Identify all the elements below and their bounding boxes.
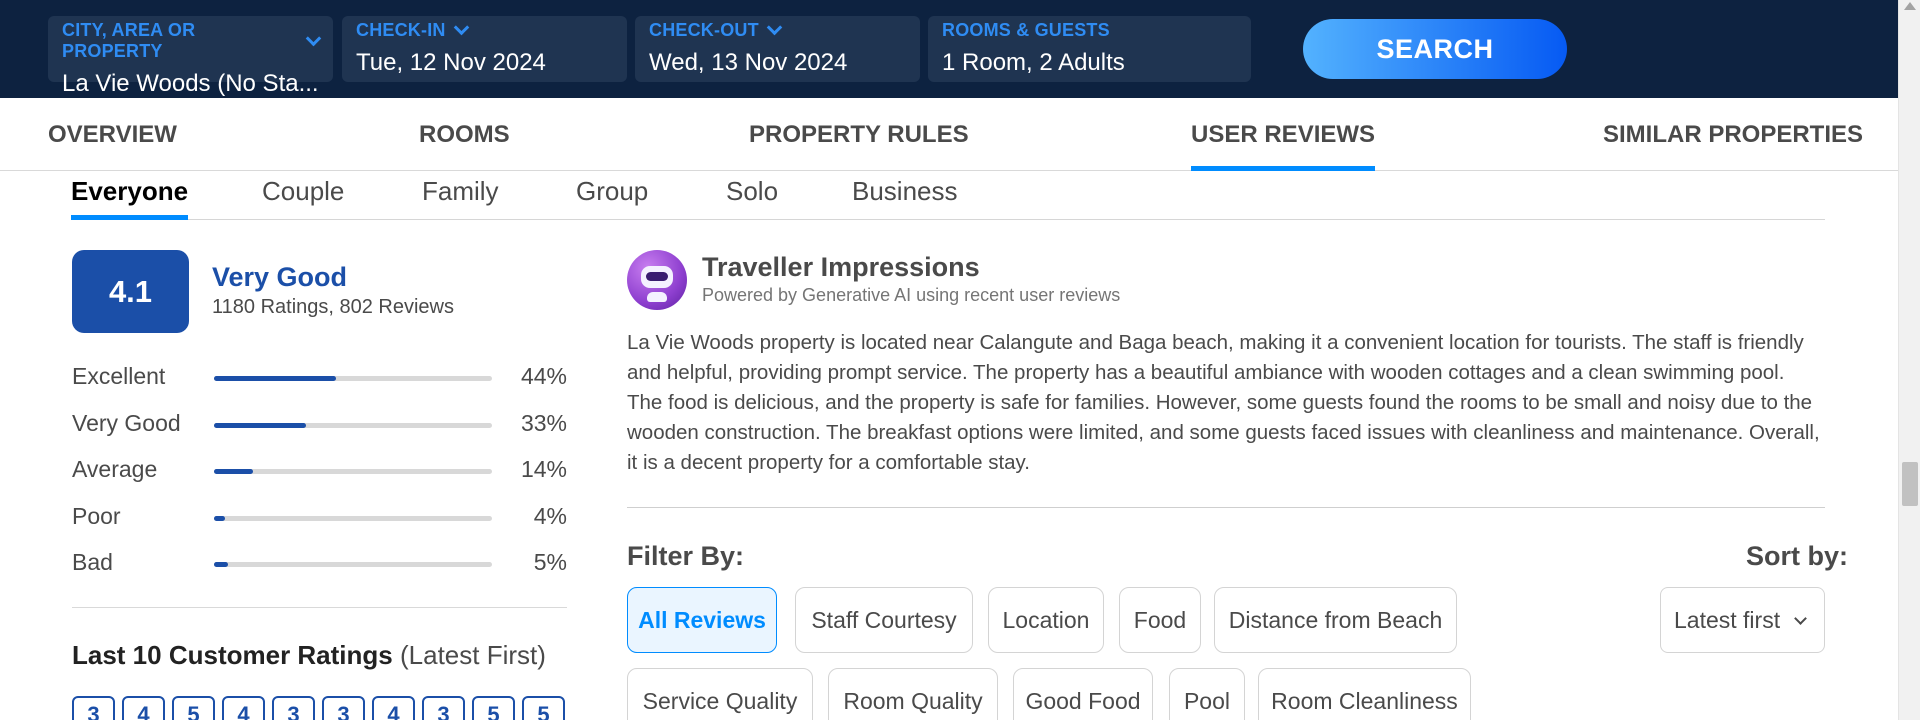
rating-row-label: Very Good	[72, 410, 181, 436]
nav-similar-properties[interactable]: SIMILAR PROPERTIES	[1603, 98, 1863, 171]
traveller-impressions-text: La Vie Woods property is located near Ca…	[627, 331, 1820, 474]
page-scrollbar[interactable]	[1898, 0, 1920, 720]
guests-value: 1 Room, 2 Adults	[942, 49, 1125, 76]
filter-chip-service-quality[interactable]: Service Quality	[627, 668, 813, 720]
filter-chip-good-food[interactable]: Good Food	[1013, 668, 1153, 720]
rating-bar-track	[214, 562, 492, 567]
nav-rooms[interactable]: ROOMS	[419, 98, 510, 171]
traveller-impressions-title: Traveller Impressions	[702, 252, 980, 282]
checkin-field[interactable]: CHECK-IN Tue, 12 Nov 2024	[342, 16, 627, 82]
tab-everyone[interactable]: Everyone	[71, 176, 189, 220]
traveller-impressions-subtitle: Powered by Generative AI using recent us…	[702, 285, 1121, 305]
checkout-value: Wed, 13 Nov 2024	[649, 49, 848, 76]
recent-rating-chip: 3	[272, 696, 315, 720]
recent-rating-chip: 3	[422, 696, 465, 720]
tab-family[interactable]: Family	[422, 176, 499, 220]
recent-rating-chip: 5	[522, 696, 565, 720]
rating-row-label: Excellent	[72, 363, 166, 389]
nav-overview[interactable]: OVERVIEW	[48, 98, 177, 171]
chevron-down-icon	[766, 19, 783, 36]
rating-row-label: Bad	[72, 549, 113, 575]
recent-rating-chip: 4	[122, 696, 165, 720]
rating-row-poor: Poor 4%	[72, 503, 567, 533]
rating-bar-fill	[214, 469, 253, 474]
rating-row-percent: 33%	[520, 410, 567, 436]
divider	[72, 607, 567, 608]
checkin-value: Tue, 12 Nov 2024	[356, 49, 546, 76]
last-10-ratings-title: Last 10 Customer Ratings (Latest First)	[72, 640, 546, 671]
traveller-type-tabs: Everyone Couple Family Group Solo Busine…	[71, 172, 1825, 220]
rating-row-label: Average	[72, 456, 158, 482]
rating-bar-track	[214, 469, 492, 474]
city-field[interactable]: CITY, AREA OR PROPERTY La Vie Woods (No …	[48, 16, 333, 97]
tab-business[interactable]: Business	[852, 176, 958, 220]
sort-by-label: Sort by:	[1745, 541, 1848, 571]
filter-chip-location[interactable]: Location	[988, 587, 1104, 653]
sort-select[interactable]: Latest first	[1660, 587, 1825, 653]
chevron-down-icon	[305, 30, 322, 46]
search-bar: CITY, AREA OR PROPERTY La Vie Woods (No …	[0, 0, 1898, 98]
checkout-field[interactable]: CHECK-OUT Wed, 13 Nov 2024	[635, 16, 920, 82]
rating-row-percent: 14%	[520, 456, 567, 482]
filter-by-label: Filter By:	[627, 541, 745, 571]
checkin-label: CHECK-IN	[356, 20, 446, 40]
tab-group[interactable]: Group	[576, 176, 648, 220]
recent-rating-chip: 5	[472, 696, 515, 720]
rating-bar-fill	[214, 516, 226, 521]
filter-chip-distance-from-beach[interactable]: Distance from Beach	[1214, 587, 1457, 653]
rating-bar-track	[214, 516, 492, 521]
rating-row-bad: Bad 5%	[72, 549, 567, 579]
sort-select-value: Latest first	[1674, 606, 1781, 633]
rating-bar-fill	[214, 562, 228, 567]
filter-chip-room-quality[interactable]: Room Quality	[828, 668, 998, 720]
recent-rating-chip: 4	[222, 696, 265, 720]
chevron-down-icon	[1794, 611, 1807, 625]
nav-user-reviews[interactable]: USER REVIEWS	[1191, 98, 1376, 171]
tab-couple[interactable]: Couple	[262, 176, 344, 220]
rating-row-percent: 5%	[533, 549, 567, 575]
search-button[interactable]: SEARCH	[1303, 19, 1567, 79]
last-10-title-suffix: (Latest First)	[399, 640, 546, 670]
rating-bar-track	[214, 423, 492, 428]
rating-row-label: Poor	[72, 503, 121, 529]
city-label: CITY, AREA OR PROPERTY	[62, 20, 196, 61]
chevron-down-icon	[453, 19, 469, 36]
robot-icon	[627, 250, 687, 310]
rating-row-percent: 4%	[533, 503, 567, 529]
checkout-label: CHECK-OUT	[649, 20, 759, 40]
rating-row-percent: 44%	[520, 363, 567, 389]
rating-row-average: Average 14%	[72, 456, 567, 486]
tab-solo[interactable]: Solo	[726, 176, 778, 220]
filter-chip-pool[interactable]: Pool	[1169, 668, 1245, 720]
city-value: La Vie Woods (No Sta...	[62, 70, 319, 97]
rating-counts: 1180 Ratings, 802 Reviews	[212, 296, 454, 318]
recent-rating-chip: 3	[322, 696, 365, 720]
recent-rating-chip: 4	[372, 696, 415, 720]
divider	[627, 507, 1825, 508]
scrollbar-thumb[interactable]	[1902, 462, 1918, 506]
nav-property-rules[interactable]: PROPERTY RULES	[749, 98, 969, 171]
guests-label: ROOMS & GUESTS	[942, 20, 1110, 40]
filter-chip-room-cleanliness[interactable]: Room Cleanliness	[1258, 668, 1471, 720]
rating-bar-track	[214, 376, 492, 381]
last-10-title-text: Last 10 Customer Ratings	[72, 640, 393, 670]
section-nav: OVERVIEW ROOMS PROPERTY RULES USER REVIE…	[0, 98, 1898, 171]
recent-rating-chip: 3	[72, 696, 115, 720]
rating-score-badge: 4.1	[72, 250, 189, 333]
filter-chip-all-reviews[interactable]: All Reviews	[627, 587, 777, 653]
scroll-up-arrow-icon[interactable]	[1904, 2, 1916, 10]
rating-bar-fill	[214, 376, 337, 381]
filter-chip-staff-courtesy[interactable]: Staff Courtesy	[795, 587, 973, 653]
rating-row-excellent: Excellent 44%	[72, 363, 567, 393]
guests-field[interactable]: ROOMS & GUESTS 1 Room, 2 Adults	[928, 16, 1251, 82]
filter-chip-food[interactable]: Food	[1119, 587, 1201, 653]
rating-label: Very Good	[212, 262, 348, 292]
rating-bar-fill	[214, 423, 306, 428]
rating-row-very-good: Very Good 33%	[72, 410, 567, 440]
last-10-ratings-list: 3 4 5 4 3 3 4 3 5 5	[72, 696, 565, 720]
recent-rating-chip: 5	[172, 696, 215, 720]
